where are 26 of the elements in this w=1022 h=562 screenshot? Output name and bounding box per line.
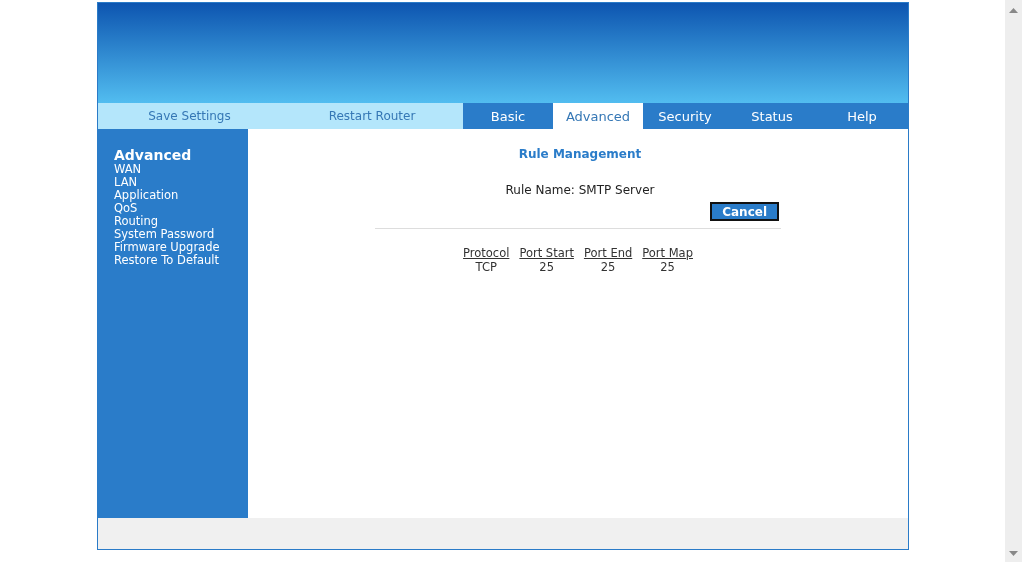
sidebar-item[interactable]: Routing xyxy=(114,215,159,228)
sidebar-item[interactable]: Firmware Upgrade xyxy=(114,241,220,254)
table-cell-text: 25 xyxy=(599,261,617,273)
table-cell-text: TCP xyxy=(474,261,498,273)
column-header-link[interactable]: Protocol xyxy=(459,246,514,260)
table-cell-text: 25 xyxy=(659,261,676,273)
nav-link[interactable]: Save Settings xyxy=(98,103,281,129)
scroll-up-icon[interactable] xyxy=(1009,8,1018,13)
cancel-button[interactable]: Cancel xyxy=(710,202,779,221)
column-header-link[interactable]: Port Start xyxy=(515,246,578,260)
scroll-down-icon[interactable] xyxy=(1009,551,1018,556)
nav-link[interactable]: Restart Router xyxy=(281,103,463,129)
sidebar-item[interactable]: Application xyxy=(114,189,179,202)
sidebar-item[interactable]: QoS xyxy=(114,202,138,215)
page-title: Rule Management xyxy=(518,147,642,161)
sidebar-title: Advanced xyxy=(114,147,192,163)
sidebar-item[interactable]: Restore To Default xyxy=(114,254,220,267)
scrollbar[interactable] xyxy=(1005,0,1022,562)
sidebar-item[interactable]: WAN xyxy=(114,163,142,176)
table-cell-text: 25 xyxy=(538,261,555,273)
sidebar-item[interactable]: LAN xyxy=(114,176,138,189)
column-header-link[interactable]: Port End xyxy=(579,246,637,260)
column-header-link[interactable]: Port Map xyxy=(638,246,697,260)
nav-tab[interactable]: Advanced xyxy=(553,103,643,129)
sidebar-item[interactable]: System Password xyxy=(114,228,215,241)
rule-name-text: Rule Name: SMTP Server xyxy=(505,183,655,197)
